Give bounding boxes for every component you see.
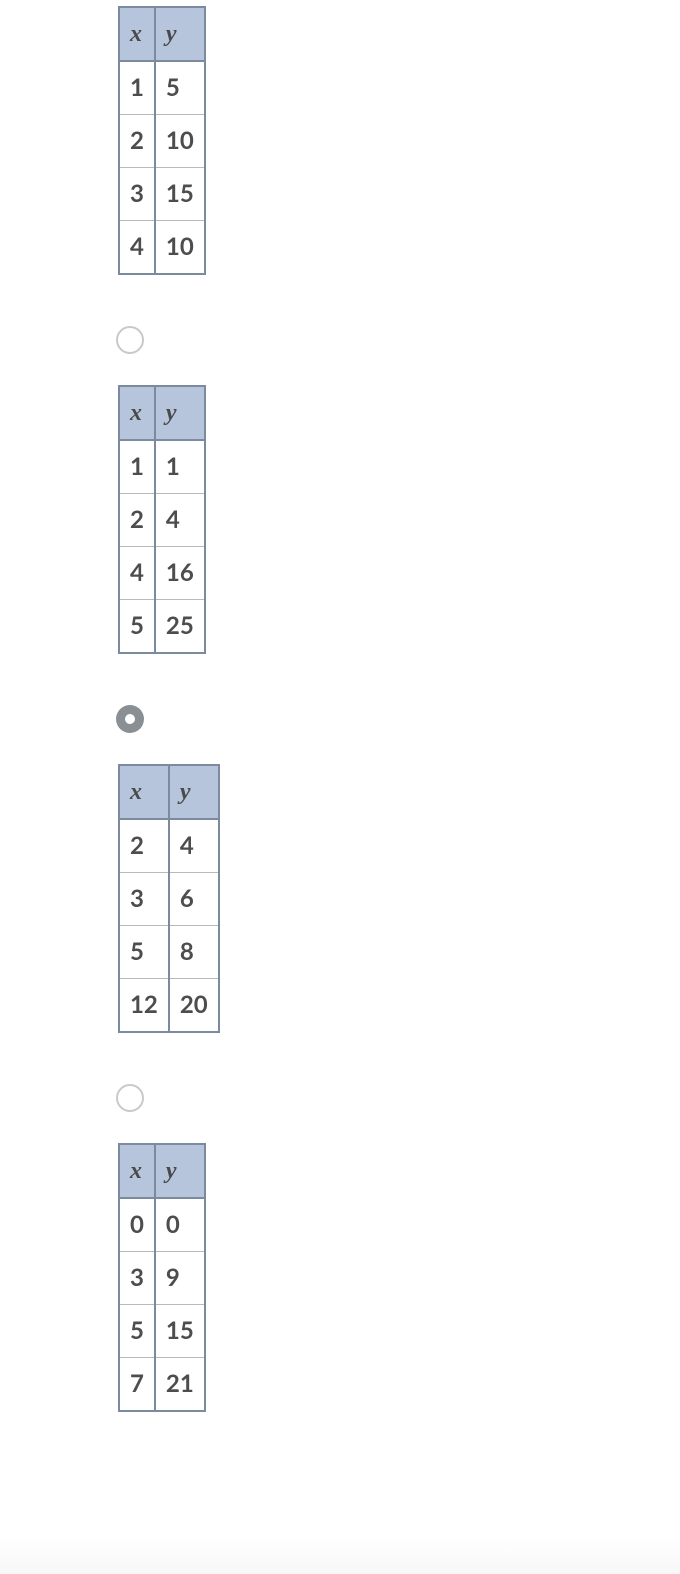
cell-x: 3 xyxy=(119,1252,155,1305)
bottom-fade xyxy=(0,1534,680,1574)
col-header-y: y xyxy=(169,765,219,819)
cell-x: 5 xyxy=(119,926,169,979)
cell-y: 20 xyxy=(169,979,219,1033)
table-header-row: xy xyxy=(119,7,205,61)
table-row: 1220 xyxy=(119,979,219,1033)
cell-x: 4 xyxy=(119,221,155,275)
cell-x: 0 xyxy=(119,1198,155,1252)
table-row: 416 xyxy=(119,547,205,600)
cell-x: 2 xyxy=(119,115,155,168)
cell-y: 4 xyxy=(155,494,205,547)
table-row: 515 xyxy=(119,1305,205,1358)
table-header-row: xy xyxy=(119,1144,205,1198)
radio-button[interactable] xyxy=(116,1084,144,1112)
cell-y: 10 xyxy=(155,115,205,168)
xy-table: xy2436581220 xyxy=(118,764,220,1033)
table-row: 525 xyxy=(119,600,205,654)
cell-x: 1 xyxy=(119,440,155,494)
cell-y: 10 xyxy=(155,221,205,275)
cell-x: 3 xyxy=(119,168,155,221)
xy-table: xy15210315410 xyxy=(118,6,206,275)
cell-x: 2 xyxy=(119,819,169,873)
table-row: 36 xyxy=(119,873,219,926)
col-header-x: x xyxy=(119,765,169,819)
cell-y: 5 xyxy=(155,61,205,115)
cell-y: 16 xyxy=(155,547,205,600)
cell-x: 7 xyxy=(119,1358,155,1412)
table-row: 315 xyxy=(119,168,205,221)
cell-y: 15 xyxy=(155,168,205,221)
radio-wrap xyxy=(116,704,680,734)
cell-y: 8 xyxy=(169,926,219,979)
cell-x: 1 xyxy=(119,61,155,115)
col-header-y: y xyxy=(155,1144,205,1198)
table-row: 00 xyxy=(119,1198,205,1252)
table-row: 11 xyxy=(119,440,205,494)
cell-x: 12 xyxy=(119,979,169,1033)
col-header-y: y xyxy=(155,386,205,440)
table-row: 410 xyxy=(119,221,205,275)
cell-y: 9 xyxy=(155,1252,205,1305)
options-list: xy15210315410xy1124416525xy2436581220xy0… xyxy=(0,6,680,1412)
cell-x: 4 xyxy=(119,547,155,600)
table-row: 39 xyxy=(119,1252,205,1305)
cell-x: 2 xyxy=(119,494,155,547)
answer-option: xy1124416525 xyxy=(118,325,680,654)
table-row: 24 xyxy=(119,819,219,873)
table-row: 210 xyxy=(119,115,205,168)
answer-option: xy15210315410 xyxy=(118,6,680,275)
radio-wrap xyxy=(116,1083,680,1113)
table-header-row: xy xyxy=(119,765,219,819)
cell-x: 5 xyxy=(119,600,155,654)
answer-option: xy0039515721 xyxy=(118,1083,680,1412)
col-header-y: y xyxy=(155,7,205,61)
table-row: 58 xyxy=(119,926,219,979)
table-row: 15 xyxy=(119,61,205,115)
radio-button[interactable] xyxy=(116,705,144,733)
cell-y: 15 xyxy=(155,1305,205,1358)
cell-y: 4 xyxy=(169,819,219,873)
col-header-x: x xyxy=(119,7,155,61)
cell-y: 21 xyxy=(155,1358,205,1412)
xy-table: xy0039515721 xyxy=(118,1143,206,1412)
cell-y: 6 xyxy=(169,873,219,926)
table-header-row: xy xyxy=(119,386,205,440)
table-row: 24 xyxy=(119,494,205,547)
table-row: 721 xyxy=(119,1358,205,1412)
radio-wrap xyxy=(116,325,680,355)
cell-y: 1 xyxy=(155,440,205,494)
xy-table: xy1124416525 xyxy=(118,385,206,654)
col-header-x: x xyxy=(119,1144,155,1198)
answer-option: xy2436581220 xyxy=(118,704,680,1033)
radio-button[interactable] xyxy=(116,326,144,354)
cell-y: 0 xyxy=(155,1198,205,1252)
cell-x: 5 xyxy=(119,1305,155,1358)
cell-x: 3 xyxy=(119,873,169,926)
cell-y: 25 xyxy=(155,600,205,654)
col-header-x: x xyxy=(119,386,155,440)
